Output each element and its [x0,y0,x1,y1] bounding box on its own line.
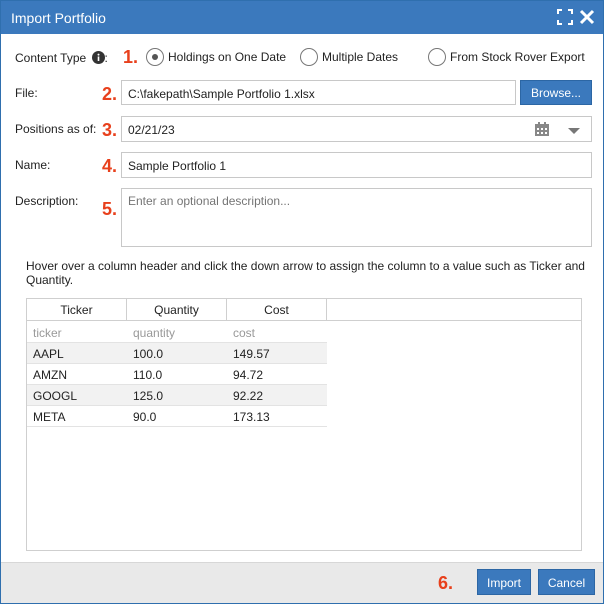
grid-header: Ticker Quantity Cost [27,299,581,321]
radio-label: Holdings on One Date [168,50,287,64]
file-label: File: [15,86,38,100]
radio-label: Multiple Dates [322,50,399,64]
cost-cell: 173.13 [233,410,270,424]
import-preview-grid: Ticker Quantity Cost ticker quantity cos… [26,298,582,551]
radio-label: From Stock Rover Export [450,50,585,64]
ticker-cell: META [33,410,66,424]
cancel-button[interactable]: Cancel [538,569,595,595]
ticker-cell: AAPL [33,347,64,361]
description-label: Description: [15,194,79,208]
import-portfolio-dialog: Import Portfolio Content Type : 1. Holdi… [0,0,604,604]
portfolio-name-field[interactable]: Sample Portfolio 1 [121,152,592,178]
quantity-cell: 100.0 [133,347,164,361]
name-label: Name: [15,158,51,172]
step-number-2: 2. [102,84,118,104]
table-row[interactable]: AAPL 100.0 149.57 [27,343,327,364]
column-header-ticker[interactable]: Ticker [27,299,127,321]
radio-holdings-one-date[interactable]: Holdings on One Date [146,48,286,66]
quantity-cell: 125.0 [133,389,164,403]
dialog-footer: 6. Import Cancel [1,562,603,603]
description-textarea[interactable] [121,188,592,247]
step-number-3: 3. [102,120,118,140]
source-header-cell: quantity [133,326,176,340]
table-row[interactable]: GOOGL 125.0 92.22 [27,385,327,406]
positions-date-value: 02/21/23 [128,123,175,137]
step-number-4: 4. [102,156,118,176]
calendar-icon[interactable] [534,121,550,137]
cost-cell: 94.72 [233,368,264,382]
radio-circle-selected[interactable] [146,48,164,66]
quantity-cell: 110.0 [133,368,163,382]
source-header-row: ticker quantity cost [27,322,327,343]
content-type-label: Content Type : [15,51,108,67]
dialog-title: Import Portfolio [11,10,106,26]
ticker-cell: GOOGL [33,389,78,403]
radio-circle[interactable] [428,48,446,66]
radio-from-stock-rover-export[interactable]: From Stock Rover Export [428,48,585,66]
table-row[interactable]: AMZN 110.0 94.72 [27,364,327,385]
radio-multiple-dates[interactable]: Multiple Dates [300,48,398,66]
cost-cell: 92.22 [233,389,264,403]
file-path-field[interactable]: C:\fakepath\Sample Portfolio 1.xlsx [121,80,516,105]
positions-date-field[interactable]: 02/21/23 [121,116,592,142]
positions-as-of-label: Positions as of: [15,122,97,136]
content-type-colon: : [104,51,108,65]
dialog-titlebar: Import Portfolio [1,1,603,34]
column-header-cost[interactable]: Cost [227,299,327,321]
table-row[interactable]: META 90.0 173.13 [27,406,327,427]
cost-cell: 149.57 [233,347,270,361]
column-header-quantity[interactable]: Quantity [127,299,227,321]
step-number-5: 5. [102,199,118,219]
info-icon[interactable] [91,51,105,67]
step-number-6: 6. [438,573,454,593]
column-assign-hint: Hover over a column header and click the… [26,259,585,287]
quantity-cell: 90.0 [133,410,157,424]
radio-circle[interactable] [300,48,318,66]
maximize-icon[interactable] [556,8,574,26]
source-header-cell: ticker [33,326,62,340]
source-header-cell: cost [233,326,256,340]
step-number-1: 1. [123,47,139,67]
browse-button[interactable]: Browse... [520,80,592,105]
import-button[interactable]: Import [477,569,531,595]
content-type-label-text: Content Type [15,51,87,65]
chevron-down-icon[interactable] [567,125,581,135]
close-icon[interactable] [578,8,596,26]
ticker-cell: AMZN [33,368,67,382]
